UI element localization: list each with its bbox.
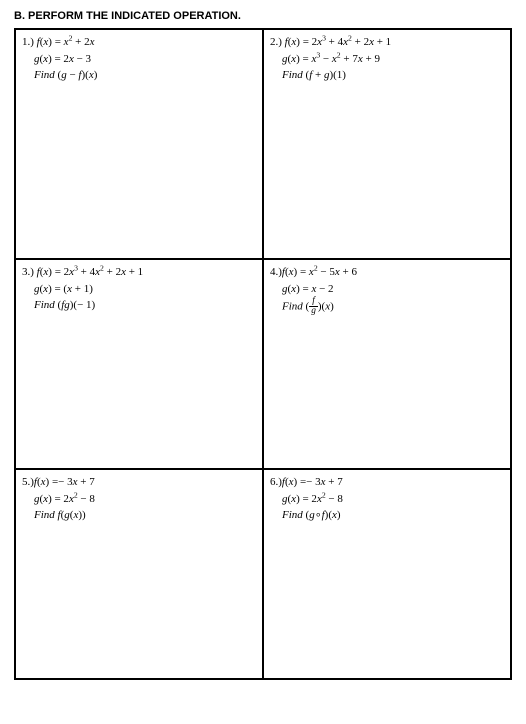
problem-line: Find f(g(x)) — [22, 507, 256, 524]
problem-line: g(x) = 2x2 − 8 — [270, 491, 504, 508]
problem-line: g(x) = x3 − x2 + 7x + 9 — [270, 51, 504, 68]
problem-line: f(x) = x2 + 2x — [37, 36, 95, 48]
problem-number: 6.) — [270, 476, 282, 488]
problem-line: Find (f + g)(1) — [270, 67, 504, 84]
problem-line: Find (fg)(− 1) — [22, 297, 256, 314]
problem-number: 2.) — [270, 36, 282, 48]
problem-line: g(x) = x − 2 — [270, 281, 504, 298]
problem-line: g(x) = 2x − 3 — [22, 51, 256, 68]
problem-line: f(x) = 2x3 + 4x2 + 2x + 1 — [37, 266, 144, 278]
problem-6: 6.)f(x) =− 3x + 7 g(x) = 2x2 − 8 Find (g… — [263, 469, 511, 679]
problem-3: 3.) f(x) = 2x3 + 4x2 + 2x + 1 g(x) = (x … — [15, 259, 263, 469]
problem-line: g(x) = 2x2 − 8 — [22, 491, 256, 508]
problem-line: g(x) = (x + 1) — [22, 281, 256, 298]
problem-1: 1.) f(x) = x2 + 2x g(x) = 2x − 3 Find (g… — [15, 29, 263, 259]
section-title: B. PERFORM THE INDICATED OPERATION. — [14, 10, 512, 22]
problem-line: Find (g∘f)(x) — [270, 507, 504, 524]
problem-number: 1.) — [22, 36, 34, 48]
problem-grid: 1.) f(x) = x2 + 2x g(x) = 2x − 3 Find (g… — [14, 28, 512, 680]
problem-number: 5.) — [22, 476, 34, 488]
problem-number: 4.) — [270, 266, 282, 278]
problem-line: f(x) = x2 − 5x + 6 — [282, 266, 357, 278]
problem-line: Find (fg)(x) — [270, 297, 504, 317]
problem-number: 3.) — [22, 266, 34, 278]
problem-2: 2.) f(x) = 2x3 + 4x2 + 2x + 1 g(x) = x3 … — [263, 29, 511, 259]
problem-4: 4.)f(x) = x2 − 5x + 6 g(x) = x − 2 Find … — [263, 259, 511, 469]
problem-5: 5.)f(x) =− 3x + 7 g(x) = 2x2 − 8 Find f(… — [15, 469, 263, 679]
problem-line: f(x) =− 3x + 7 — [34, 476, 95, 488]
problem-line: f(x) = 2x3 + 4x2 + 2x + 1 — [285, 36, 392, 48]
problem-line: Find (g − f)(x) — [22, 67, 256, 84]
problem-line: f(x) =− 3x + 7 — [282, 476, 343, 488]
